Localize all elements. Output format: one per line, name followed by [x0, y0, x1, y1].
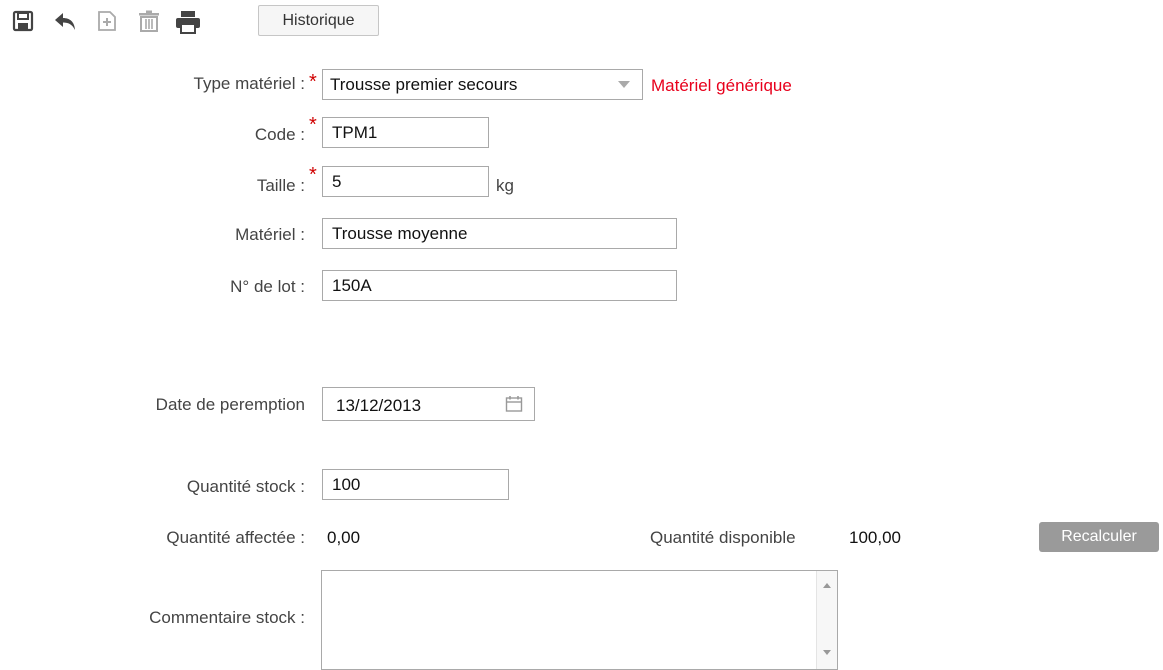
code-field[interactable]	[322, 117, 489, 148]
expiry-label: Date de peremption	[155, 395, 305, 414]
lot-label: N° de lot :	[230, 277, 305, 296]
delete-icon[interactable]	[138, 10, 160, 32]
assigned-qty-label: Quantité affectée :	[166, 528, 305, 547]
available-qty-label: Quantité disponible	[650, 528, 796, 547]
expiry-date-field[interactable]: 13/12/2013	[322, 387, 535, 421]
type-note: Matériel générique	[651, 76, 792, 95]
print-icon[interactable]	[175, 10, 201, 34]
size-unit: kg	[496, 176, 514, 195]
code-label: Code :	[254, 125, 305, 144]
stock-qty-label: Quantité stock :	[186, 477, 305, 496]
new-icon[interactable]	[97, 10, 117, 32]
scroll-down-icon[interactable]	[823, 650, 831, 655]
scroll-up-icon[interactable]	[823, 583, 831, 588]
history-button[interactable]: Historique	[258, 5, 379, 36]
size-field[interactable]	[322, 166, 489, 197]
chevron-down-icon	[618, 81, 630, 88]
required-marker: *	[309, 71, 317, 93]
stock-qty-field[interactable]	[322, 469, 509, 500]
required-marker: *	[309, 164, 317, 186]
recalculate-button[interactable]: Recalculer	[1039, 522, 1159, 552]
calendar-icon[interactable]	[505, 395, 523, 418]
scrollbar[interactable]	[816, 571, 837, 669]
undo-icon[interactable]	[53, 10, 79, 32]
comment-label: Commentaire stock :	[149, 608, 305, 627]
available-qty-value: 100,00	[849, 528, 901, 547]
material-field[interactable]	[322, 218, 677, 249]
assigned-qty-value: 0,00	[327, 528, 361, 547]
size-label: Taille :	[256, 176, 305, 195]
required-marker: *	[309, 114, 317, 136]
save-icon[interactable]	[12, 10, 34, 32]
type-select-value: Trousse premier secours	[330, 75, 518, 94]
type-select[interactable]: Trousse premier secours	[322, 69, 643, 100]
type-label: Type matériel :	[193, 74, 306, 93]
comment-textarea[interactable]	[321, 570, 838, 670]
lot-field[interactable]	[322, 270, 677, 301]
expiry-date-value: 13/12/2013	[336, 396, 422, 415]
material-label: Matériel :	[235, 225, 305, 244]
